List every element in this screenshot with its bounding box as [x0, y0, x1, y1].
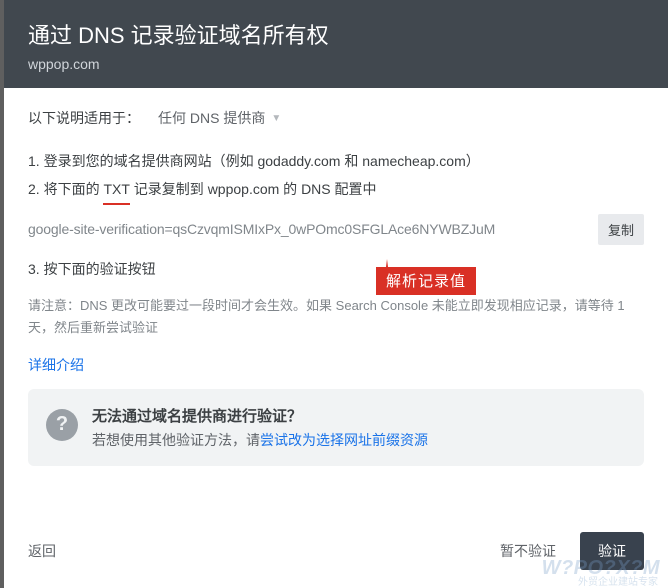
provider-value: 任何 DNS 提供商	[158, 108, 265, 128]
info-text: 若想使用其他验证方法，请尝试改为选择网址前缀资源	[92, 430, 626, 450]
provider-select[interactable]: 任何 DNS 提供商 ▼	[158, 108, 281, 128]
verify-later-button[interactable]: 暂不验证	[500, 541, 556, 561]
txt-record-value[interactable]: google-site-verification=qsCzvqmISMIxPx_…	[28, 221, 598, 237]
back-button[interactable]: 返回	[28, 541, 56, 561]
dialog-content: 以下说明适用于： 任何 DNS 提供商 ▼ 1. 登录到您的域名提供商网站（例如…	[4, 88, 668, 517]
info-text-pre: 若想使用其他验证方法，请	[92, 432, 260, 448]
dialog-title: 通过 DNS 记录验证域名所有权	[28, 18, 644, 50]
step-3: 3. 按下面的验证按钮	[28, 259, 644, 279]
dialog-subtitle: wppop.com	[28, 56, 644, 72]
steps: 1. 登录到您的域名提供商网站（例如 godaddy.com 和 nameche…	[28, 150, 644, 202]
note-text: 请注意：DNS 更改可能要过一段时间才会生效。如果 Search Console…	[28, 295, 644, 339]
step-2: 2. 将下面的 TXT 记录复制到 wppop.com 的 DNS 配置中	[28, 178, 644, 202]
details-link[interactable]: 详细介绍	[28, 355, 84, 375]
chevron-down-icon: ▼	[271, 113, 281, 124]
dialog-footer: 返回 暂不验证 验证	[4, 517, 668, 588]
verify-button[interactable]: 验证	[580, 532, 644, 570]
annotation-label: 解析记录值	[376, 267, 476, 295]
step-1: 1. 登录到您的域名提供商网站（例如 godaddy.com 和 nameche…	[28, 150, 644, 174]
info-box: ? 无法通过域名提供商进行验证？ 若想使用其他验证方法，请尝试改为选择网址前缀资…	[28, 389, 644, 466]
question-icon: ?	[46, 409, 78, 441]
dialog-header: 通过 DNS 记录验证域名所有权 wppop.com	[4, 0, 668, 88]
info-content: 无法通过域名提供商进行验证？ 若想使用其他验证方法，请尝试改为选择网址前缀资源	[92, 405, 626, 450]
dialog: 通过 DNS 记录验证域名所有权 wppop.com 以下说明适用于： 任何 D…	[4, 0, 668, 588]
txt-record-row: google-site-verification=qsCzvqmISMIxPx_…	[28, 214, 644, 245]
txt-label: TXT	[103, 178, 129, 202]
info-title: 无法通过域名提供商进行验证？	[92, 405, 626, 426]
provider-label: 以下说明适用于：	[28, 108, 140, 128]
info-link[interactable]: 尝试改为选择网址前缀资源	[260, 432, 428, 448]
provider-row: 以下说明适用于： 任何 DNS 提供商 ▼	[28, 108, 644, 128]
step-2-pre: 2. 将下面的	[28, 181, 103, 197]
copy-button[interactable]: 复制	[598, 214, 644, 245]
step-2-post: 记录复制到 wppop.com 的 DNS 配置中	[130, 181, 377, 197]
